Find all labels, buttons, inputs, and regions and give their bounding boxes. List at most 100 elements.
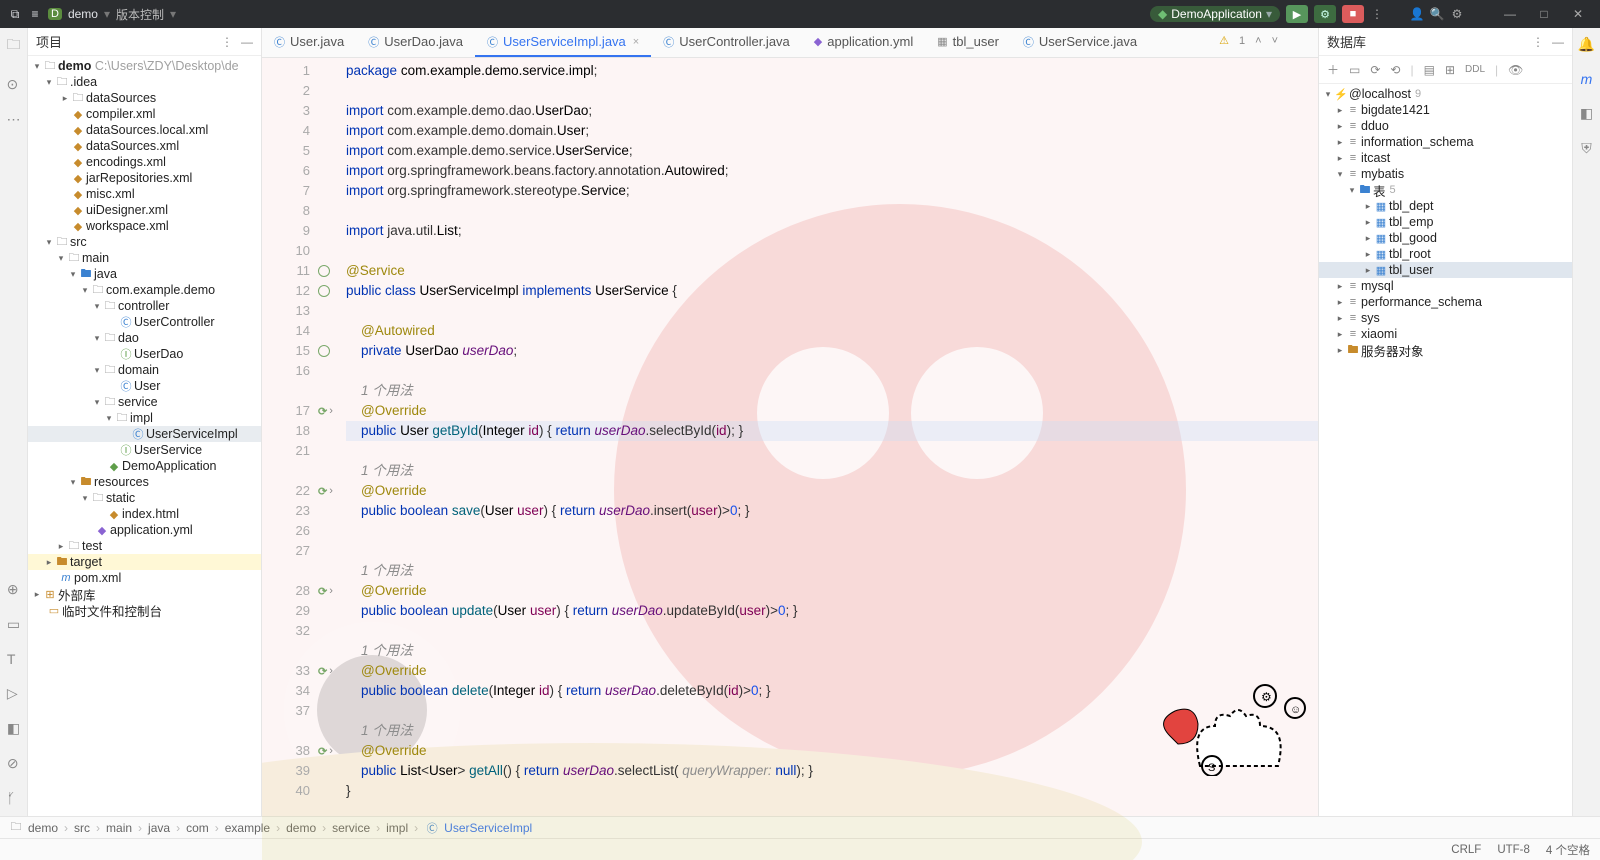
db-table[interactable]: ▸▦tbl_dept: [1319, 198, 1572, 214]
db-schema[interactable]: ▸≡bigdate1421: [1319, 102, 1572, 118]
tree-demoapp[interactable]: ◆DemoApplication: [28, 458, 261, 474]
tree-user[interactable]: ⒸUser: [28, 378, 261, 394]
debug-button[interactable]: ⚙: [1314, 5, 1336, 23]
db-table[interactable]: ▸▦tbl_good: [1319, 230, 1572, 246]
tree-resources[interactable]: ▾🖿resources: [28, 474, 261, 490]
commit-tool-icon[interactable]: ⊙: [7, 76, 21, 93]
db-diagram-icon[interactable]: ⊞: [1445, 63, 1455, 77]
maven-tool-icon[interactable]: m: [1581, 71, 1593, 87]
db-console-icon[interactable]: ▤: [1424, 63, 1435, 77]
tree-index[interactable]: ◆index.html: [28, 506, 261, 522]
breadcrumb-item[interactable]: com: [186, 821, 209, 835]
tree-userservice[interactable]: ⒾUserService: [28, 442, 261, 458]
notifications-icon[interactable]: 🔔: [1578, 36, 1595, 53]
run-config[interactable]: ◆DemoApplication▾: [1150, 6, 1280, 22]
vcs-menu[interactable]: 版本控制: [116, 6, 164, 23]
tree-impl[interactable]: ▾🗀impl: [28, 410, 261, 426]
status-indent[interactable]: 4 个空格: [1546, 842, 1590, 858]
tab-userservice-java[interactable]: ⒸUserService.java: [1011, 28, 1149, 57]
db-schema[interactable]: ▸≡itcast: [1319, 150, 1572, 166]
tab-userserviceimpl-java[interactable]: ⒸUserServiceImpl.java×: [475, 28, 651, 57]
tree-java[interactable]: ▾🖿java: [28, 266, 261, 282]
tree-item[interactable]: ◆compiler.xml: [28, 106, 261, 122]
tree-usercontroller[interactable]: ⒸUserController: [28, 314, 261, 330]
hide-panel-icon[interactable]: —: [241, 35, 253, 49]
breadcrumb-item[interactable]: demo: [286, 821, 316, 835]
tree-item[interactable]: ◆dataSources.xml: [28, 138, 261, 154]
tree-item[interactable]: ◆uiDesigner.xml: [28, 202, 261, 218]
services-tool-icon[interactable]: ◧: [7, 720, 20, 737]
db-hide-icon[interactable]: —: [1552, 35, 1564, 49]
breadcrumb-item[interactable]: UserServiceImpl: [444, 821, 532, 835]
database-tool-icon[interactable]: ◧: [1580, 105, 1593, 122]
db-table[interactable]: ▸▦tbl_root: [1319, 246, 1572, 262]
tree-static[interactable]: ▾🗀static: [28, 490, 261, 506]
tree-controller[interactable]: ▾🗀controller: [28, 298, 261, 314]
breadcrumb-item[interactable]: example: [225, 821, 270, 835]
hamburger-icon[interactable]: ≡: [28, 7, 42, 21]
db-table[interactable]: ▸▦tbl_user: [1319, 262, 1572, 278]
tab-tbl_user[interactable]: ▦tbl_user: [925, 28, 1011, 57]
tree-service[interactable]: ▾🗀service: [28, 394, 261, 410]
more-icon[interactable]: ⋮: [1370, 7, 1384, 21]
user-icon[interactable]: 👤: [1410, 7, 1424, 21]
breadcrumb-item[interactable]: java: [148, 821, 170, 835]
build-tool-icon[interactable]: ▭: [7, 616, 20, 633]
breadcrumb[interactable]: 🗀demo›src›main›java›com›example›demo›ser…: [0, 816, 1600, 838]
maximize-button[interactable]: □: [1530, 7, 1558, 21]
main-menu-icon[interactable]: ⧉: [8, 7, 22, 21]
tab-application-yml[interactable]: ◆application.yml: [802, 28, 925, 57]
breadcrumb-item[interactable]: demo: [28, 821, 58, 835]
db-schema[interactable]: ▸≡dduo: [1319, 118, 1572, 134]
db-ddl-icon[interactable]: ▭: [1349, 63, 1360, 77]
bookmarks-tool-icon[interactable]: ⊕: [7, 581, 20, 598]
terminal-tool-icon[interactable]: T: [7, 651, 20, 667]
breadcrumb-item[interactable]: main: [106, 821, 132, 835]
tree-target[interactable]: ▸🖿target: [28, 554, 261, 570]
close-tab-icon[interactable]: ×: [633, 36, 639, 48]
breadcrumb-item[interactable]: service: [332, 821, 370, 835]
db-tables[interactable]: ▾🖿表5: [1319, 182, 1572, 198]
tab-user-java[interactable]: ⒸUser.java: [262, 28, 356, 57]
project-tree[interactable]: ▾🗀demo C:\Users\ZDY\Desktop\de ▾🗀.idea ▸…: [28, 56, 261, 816]
db-tree[interactable]: ▾⚡@localhost9 ▸≡bigdate1421▸≡dduo▸≡infor…: [1319, 84, 1572, 816]
shield-tool-icon[interactable]: ⛨: [1581, 140, 1592, 157]
run-button[interactable]: ▶: [1286, 5, 1308, 23]
git-tool-icon[interactable]: ᚶ: [7, 790, 20, 806]
stop-button[interactable]: ■: [1342, 5, 1364, 23]
tree-domain[interactable]: ▾🗀domain: [28, 362, 261, 378]
settings-icon[interactable]: ⚙: [1450, 7, 1464, 21]
tree-userdao[interactable]: ⒾUserDao: [28, 346, 261, 362]
collapse-icon[interactable]: ⋮: [221, 35, 233, 49]
db-refresh-icon[interactable]: ⟳: [1370, 63, 1380, 77]
run-tool-icon[interactable]: ▷: [7, 685, 20, 702]
tree-idea[interactable]: ▾🗀.idea: [28, 74, 261, 90]
db-more-icon[interactable]: ⋮: [1532, 35, 1544, 49]
breadcrumb-item[interactable]: src: [74, 821, 90, 835]
tree-main[interactable]: ▾🗀main: [28, 250, 261, 266]
db-sync-icon[interactable]: ⟲: [1390, 63, 1400, 77]
db-ddl-label[interactable]: DDL: [1465, 64, 1485, 75]
tree-item[interactable]: ◆dataSources.local.xml: [28, 122, 261, 138]
problems-tool-icon[interactable]: ⊘: [7, 755, 20, 772]
tree-item[interactable]: ◆encodings.xml: [28, 154, 261, 170]
db-schema[interactable]: ▸≡sys: [1319, 310, 1572, 326]
structure-tool-icon[interactable]: ⋯: [7, 111, 21, 128]
tree-pkg[interactable]: ▾🗀com.example.demo: [28, 282, 261, 298]
db-serverobjects[interactable]: ▸🖿服务器对象: [1319, 342, 1572, 358]
close-button[interactable]: ✕: [1564, 7, 1592, 21]
db-table[interactable]: ▸▦tbl_emp: [1319, 214, 1572, 230]
db-add-icon[interactable]: ＋: [1327, 61, 1339, 78]
tab-usercontroller-java[interactable]: ⒸUserController.java: [651, 28, 802, 57]
tree-item[interactable]: ◆misc.xml: [28, 186, 261, 202]
status-encoding[interactable]: UTF-8: [1497, 844, 1530, 856]
tree-src[interactable]: ▾🗀src: [28, 234, 261, 250]
tree-item[interactable]: ▸🗀dataSources: [28, 90, 261, 106]
inspection-widget[interactable]: ⚠1˄˅: [1219, 34, 1278, 47]
db-schema[interactable]: ▸≡information_schema: [1319, 134, 1572, 150]
tab-userdao-java[interactable]: ⒸUserDao.java: [356, 28, 475, 57]
search-icon[interactable]: 🔍: [1430, 7, 1444, 21]
status-eol[interactable]: CRLF: [1451, 844, 1481, 856]
project-tool-icon[interactable]: 🗀: [7, 34, 21, 58]
tree-appyml[interactable]: ◆application.yml: [28, 522, 261, 538]
